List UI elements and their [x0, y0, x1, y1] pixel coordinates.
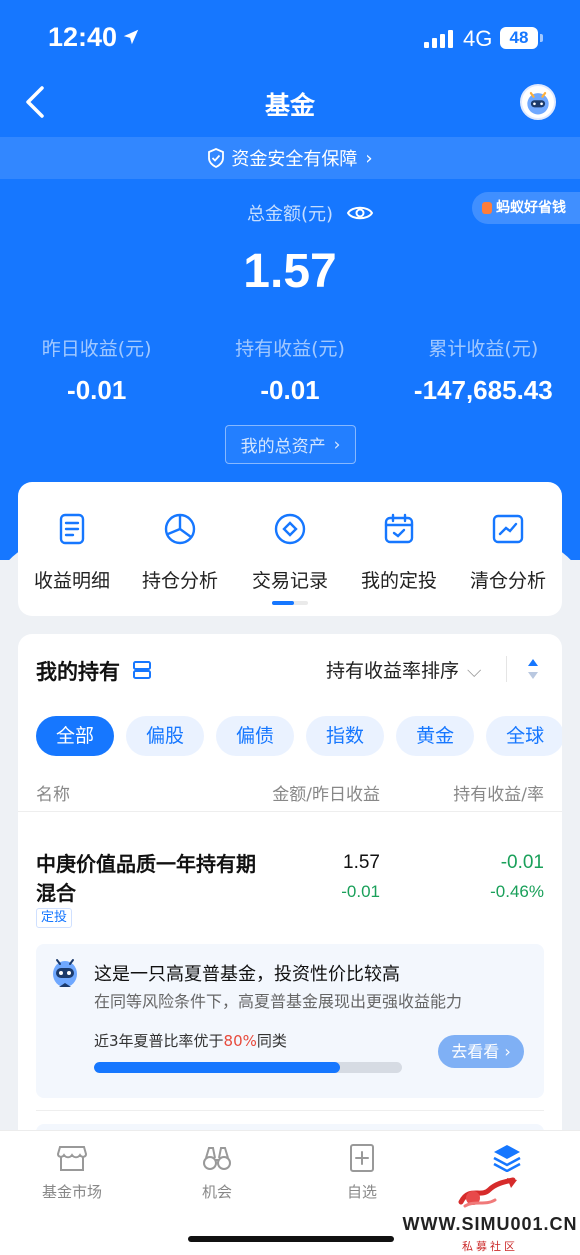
insight-subtitle: 在同等风险条件下，高夏普基金展现出更强收益能力	[94, 992, 463, 1011]
list-layout-icon[interactable]	[132, 660, 152, 680]
insight-metric: 近3年夏普比率优于80%同类	[94, 1030, 287, 1051]
chevron-right-icon: ›	[365, 147, 373, 169]
tab-opportunity[interactable]: 机会	[157, 1143, 277, 1202]
auto-invest-badge: 定投	[36, 908, 73, 928]
quick-action-label: 我的定投	[360, 570, 437, 592]
sort-toggle-icon[interactable]	[526, 656, 540, 682]
stat-cumulative: 累计收益(元) -147,685.43	[387, 334, 580, 406]
avatar[interactable]	[520, 84, 556, 120]
insight-metric-prefix: 近3年夏普比率优于	[94, 1032, 224, 1050]
stat-label: 累计收益(元)	[428, 338, 539, 360]
network-label: 4G	[463, 26, 493, 51]
fund-holding-rate: -0.46%	[490, 882, 544, 901]
tab-fund-market[interactable]: 基金市场	[12, 1143, 132, 1202]
promo-tag[interactable]: 蚂蚁好省钱	[472, 192, 580, 224]
fund-insight-card: 这是一只高夏普基金，投资性价比较高 在同等风险条件下，高夏普基金展现出更强收益能…	[36, 944, 544, 1098]
battery-indicator: 48	[500, 27, 543, 49]
divider	[506, 656, 507, 682]
insight-title: 这是一只高夏普基金，投资性价比较高	[94, 964, 400, 985]
quick-action-earnings-detail[interactable]: 收益明细	[18, 512, 126, 593]
insight-metric-percent: 80%	[223, 1032, 257, 1050]
page-title: 基金	[264, 91, 315, 120]
status-bar: 12:40 4G 48	[0, 0, 580, 76]
table-header: 名称 金额/昨日收益 持有收益/率	[18, 778, 562, 812]
total-amount-value: 1.57	[243, 245, 337, 298]
trend-chart-icon	[492, 514, 524, 544]
tab-label: 基金市场	[41, 1183, 102, 1201]
quick-action-label: 交易记录	[251, 570, 328, 592]
sharpe-progress-fill	[94, 1062, 341, 1073]
filter-chip-equity[interactable]: 偏股	[126, 716, 205, 756]
status-time: 12:40	[48, 22, 118, 52]
watermark: WWW.SIMU001.CN 私募社区	[400, 1172, 580, 1255]
mascot-icon	[53, 959, 77, 987]
total-assets-button-label: 我的总资产	[240, 437, 326, 457]
filter-chip-bond[interactable]: 偏债	[216, 716, 295, 756]
add-bookmark-icon	[350, 1144, 374, 1172]
chevron-down-icon: ⌵	[467, 660, 482, 682]
quick-actions-card: 收益明细 持仓分析 交易记录 我的定投 清仓分析	[18, 482, 562, 616]
mascot-avatar-icon	[527, 92, 549, 115]
fund-amount: 1.57	[343, 852, 380, 873]
stat-value: -0.01	[67, 375, 127, 405]
quick-action-label: 持仓分析	[141, 570, 218, 592]
fund-yesterday-profit: -0.01	[341, 882, 380, 901]
binoculars-icon	[203, 1147, 231, 1170]
filter-chip-gold[interactable]: 黄金	[396, 716, 475, 756]
earnings-stats: 昨日收益(元) -0.01 持有收益(元) -0.01 累计收益(元) -147…	[0, 334, 580, 406]
stat-label: 持有收益(元)	[235, 338, 345, 360]
sharpe-progress-bar	[94, 1062, 402, 1073]
sort-dropdown[interactable]: 持有收益率排序 ⌵	[326, 656, 481, 683]
diamond-circle-icon	[274, 513, 306, 545]
divider	[36, 1110, 544, 1111]
column-header-name: 名称	[36, 785, 70, 805]
store-icon	[56, 1146, 88, 1171]
security-banner-text: 资金安全有保障	[231, 149, 358, 170]
view-more-label: 去看看	[451, 1042, 500, 1061]
insight-metric-suffix: 同类	[256, 1032, 287, 1050]
view-more-button[interactable]: 去看看 ›	[438, 1035, 524, 1068]
filter-chip-all[interactable]: 全部	[36, 716, 115, 756]
quick-action-transactions[interactable]: 交易记录	[236, 512, 344, 593]
stat-holding: 持有收益(元) -0.01	[193, 334, 386, 406]
filter-chip-global[interactable]: 全球	[486, 716, 562, 756]
stat-label: 昨日收益(元)	[41, 338, 152, 360]
chevron-right-icon: ›	[333, 434, 341, 455]
total-assets-button[interactable]: 我的总资产 ›	[225, 425, 356, 464]
stat-yesterday: 昨日收益(元) -0.01	[0, 334, 193, 406]
watermark-logo-icon	[458, 1177, 517, 1208]
quick-action-label: 清仓分析	[469, 570, 546, 592]
security-banner[interactable]: 资金安全有保障 ›	[0, 137, 580, 179]
stat-value: -147,685.43	[413, 375, 553, 405]
eye-icon[interactable]	[347, 204, 374, 222]
shield-icon	[208, 148, 225, 168]
quick-action-label: 收益明细	[33, 570, 110, 592]
filter-chip-index[interactable]: 指数	[306, 716, 385, 756]
carousel-indicator	[272, 601, 308, 605]
column-header-profit: 持有收益/率	[453, 785, 544, 805]
sort-dropdown-label: 持有收益率排序	[326, 660, 460, 682]
stat-value: -0.01	[260, 375, 320, 405]
pie-chart-icon	[164, 513, 196, 545]
holdings-card: 我的持有 持有收益率排序 ⌵ 全部 偏股 偏债 指数 黄金 全球 名称 金额/昨日…	[18, 634, 562, 1154]
total-amount-label: 总金额(元)	[246, 204, 334, 225]
calendar-check-icon	[384, 513, 414, 544]
location-arrow-icon	[123, 29, 139, 45]
watermark-subtitle: 私募社区	[462, 1240, 518, 1253]
filter-chips: 全部 偏股 偏债 指数 黄金 全球	[36, 716, 562, 756]
column-header-amount: 金额/昨日收益	[272, 785, 380, 805]
watermark-url: WWW.SIMU001.CN	[402, 1214, 578, 1234]
tab-label: 机会	[201, 1183, 232, 1201]
quick-action-clearance-analysis[interactable]: 清仓分析	[454, 512, 562, 593]
fund-holding-profit: -0.01	[500, 852, 544, 873]
document-icon	[59, 513, 85, 545]
quick-action-my-auto-invest[interactable]: 我的定投	[345, 512, 453, 593]
quick-action-position-analysis[interactable]: 持仓分析	[126, 512, 234, 593]
layers-icon	[493, 1145, 521, 1173]
home-indicator	[188, 1236, 394, 1242]
holdings-title: 我的持有	[36, 660, 120, 684]
fund-name[interactable]: 中庚价值品质一年持有期混合	[36, 850, 256, 908]
signal-icon	[424, 30, 453, 48]
